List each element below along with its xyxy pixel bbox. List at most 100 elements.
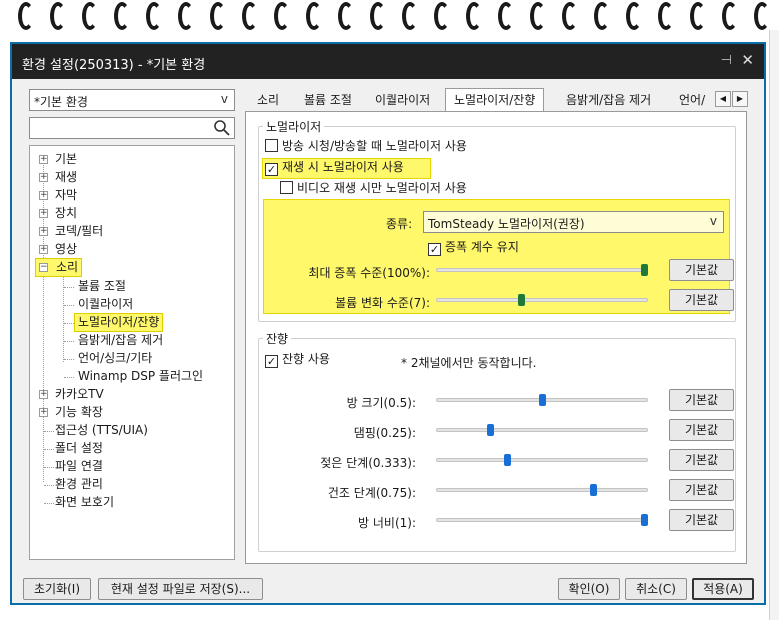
expand-icon[interactable]: + bbox=[39, 408, 48, 417]
expand-icon[interactable]: + bbox=[39, 173, 48, 182]
expand-icon[interactable]: + bbox=[39, 191, 48, 200]
slider-thumb[interactable] bbox=[518, 294, 525, 306]
settings-window: 환경 설정(250313) - *기본 환경 ⊣ ✕ *기본 환경 v + 기본… bbox=[10, 42, 766, 605]
tab-bar: 소리 볼륨 조절 이퀄라이저 노멀라이저/잔향 음밝게/잡음 제거 언어/싱 ◀… bbox=[245, 87, 751, 112]
apply-button[interactable]: 적용(A) bbox=[692, 578, 754, 600]
binder-ring bbox=[466, 2, 482, 30]
volume-change-label: 볼륨 변화 수준(7): bbox=[335, 296, 430, 310]
broadcast-normalizer-checkbox[interactable]: 방송 시청/방송할 때 노멀라이저 사용 bbox=[265, 139, 467, 156]
slider-thumb[interactable] bbox=[589, 484, 597, 496]
volume-change-reset-button[interactable]: 기본값 bbox=[669, 289, 734, 311]
expand-icon[interactable]: + bbox=[39, 227, 48, 236]
tree-item-screensaver[interactable]: 화면 보호기 bbox=[55, 494, 114, 511]
damping-slider[interactable] bbox=[436, 428, 648, 432]
checkmark-icon: ✓ bbox=[428, 243, 441, 256]
checkmark-icon: ✓ bbox=[265, 163, 278, 176]
binder-ring bbox=[18, 2, 34, 30]
tree-item-equalizer[interactable]: 이퀄라이저 bbox=[78, 296, 133, 313]
tree-line bbox=[44, 485, 54, 486]
slider-thumb[interactable] bbox=[487, 424, 495, 436]
profile-select[interactable]: *기본 환경 v bbox=[29, 89, 235, 111]
tree-item-sound[interactable]: − 소리 bbox=[35, 258, 83, 277]
tree-line bbox=[44, 467, 54, 468]
binder-ring bbox=[50, 2, 66, 30]
expand-icon[interactable]: + bbox=[39, 155, 48, 164]
cancel-button[interactable]: 취소(C) bbox=[625, 578, 687, 600]
expand-icon[interactable]: + bbox=[39, 390, 48, 399]
tree-item-volume[interactable]: 볼륨 조절 bbox=[78, 278, 126, 295]
tree-item-subtitles[interactable]: + 자막 bbox=[39, 187, 77, 204]
checkbox-label: 방송 시청/방송할 때 노멀라이저 사용 bbox=[282, 139, 467, 153]
expand-icon[interactable]: + bbox=[39, 209, 48, 218]
binder-ring bbox=[146, 2, 162, 30]
max-gain-reset-button[interactable]: 기본값 bbox=[669, 259, 734, 281]
playback-normalizer-checkbox[interactable]: ✓ 재생 시 노멀라이저 사용 bbox=[265, 160, 404, 177]
wet-level-reset-button[interactable]: 기본값 bbox=[669, 449, 734, 471]
tab-sound[interactable]: 소리 bbox=[255, 91, 281, 111]
slider-thumb[interactable] bbox=[538, 394, 546, 406]
tree-item-device[interactable]: + 장치 bbox=[39, 205, 77, 222]
binder-ring bbox=[434, 2, 450, 30]
tree-item-basic[interactable]: + 기본 bbox=[39, 151, 77, 168]
reverb-use-checkbox[interactable]: ✓ 잔향 사용 bbox=[265, 352, 330, 369]
tree-line bbox=[64, 341, 74, 342]
normalizer-type-select[interactable]: TomSteady 노멀라이저(권장) v bbox=[423, 211, 724, 233]
tree-item-playback[interactable]: + 재생 bbox=[39, 169, 77, 186]
tree-item-normalizer[interactable]: 노멀라이저/잔향 bbox=[74, 313, 164, 332]
room-size-reset-button[interactable]: 기본값 bbox=[669, 389, 734, 411]
tree-item-label: 자막 bbox=[55, 188, 78, 202]
room-size-label: 방 크기(0.5): bbox=[346, 396, 416, 410]
tab-volume[interactable]: 볼륨 조절 bbox=[302, 91, 354, 111]
slider-thumb[interactable] bbox=[641, 514, 648, 526]
tree-item-kakaotv[interactable]: + 카카오TV bbox=[39, 386, 104, 403]
keep-gain-checkbox[interactable]: ✓ 증폭 계수 유지 bbox=[428, 240, 519, 257]
room-width-reset-button[interactable]: 기본값 bbox=[669, 509, 734, 531]
tab-clarity[interactable]: 음밝게/잡음 제거 bbox=[564, 91, 653, 111]
binder-ring bbox=[562, 2, 578, 30]
tree-item-extensions[interactable]: + 기능 확장 bbox=[39, 404, 103, 421]
tab-scroll-right-icon[interactable]: ▶ bbox=[732, 91, 748, 107]
slider-thumb[interactable] bbox=[641, 264, 648, 276]
collapse-icon[interactable]: − bbox=[39, 263, 48, 272]
type-label: 종류: bbox=[386, 217, 413, 231]
slider-thumb[interactable] bbox=[504, 454, 512, 466]
room-width-slider[interactable] bbox=[436, 518, 648, 522]
dry-level-slider[interactable] bbox=[436, 488, 648, 492]
tree-item-file-assoc[interactable]: 파일 연결 bbox=[55, 458, 103, 475]
save-to-file-button[interactable]: 현재 설정 파일로 저장(S)... bbox=[98, 578, 263, 600]
tab-normalizer[interactable]: 노멀라이저/잔향 bbox=[445, 88, 545, 112]
tree-item-video[interactable]: + 영상 bbox=[39, 241, 77, 258]
window-title: 환경 설정(250313) - *기본 환경 bbox=[22, 58, 206, 73]
damping-reset-button[interactable]: 기본값 bbox=[669, 419, 734, 441]
dry-level-reset-button[interactable]: 기본값 bbox=[669, 479, 734, 501]
tree-item-env-manage[interactable]: 환경 관리 bbox=[55, 476, 103, 493]
tab-equalizer[interactable]: 이퀄라이저 bbox=[373, 91, 432, 111]
binder-ring bbox=[754, 2, 770, 30]
close-icon[interactable]: ✕ bbox=[741, 51, 754, 69]
binder-rings bbox=[0, 0, 779, 36]
video-only-normalizer-checkbox[interactable]: 비디오 재생 시만 노멀라이저 사용 bbox=[280, 181, 467, 198]
binder-ring bbox=[626, 2, 642, 30]
volume-change-slider[interactable] bbox=[436, 298, 648, 302]
ok-button[interactable]: 확인(O) bbox=[558, 578, 620, 600]
tree-item-folders[interactable]: 폴더 설정 bbox=[55, 440, 103, 457]
tab-scroll-left-icon[interactable]: ◀ bbox=[715, 91, 731, 107]
tree-item-codec[interactable]: + 코덱/필터 bbox=[39, 223, 103, 240]
search-input[interactable] bbox=[29, 117, 235, 139]
tree-item-winamp[interactable]: Winamp DSP 플러그인 bbox=[78, 368, 203, 385]
search-icon[interactable] bbox=[213, 119, 231, 137]
title-bar: 환경 설정(250313) - *기본 환경 ⊣ ✕ bbox=[12, 44, 764, 79]
tree-line bbox=[64, 377, 74, 378]
max-gain-slider[interactable] bbox=[436, 268, 648, 272]
pin-icon[interactable]: ⊣ bbox=[721, 53, 732, 68]
reset-button[interactable]: 초기화(I) bbox=[23, 578, 91, 600]
checkbox-label: 잔향 사용 bbox=[282, 352, 330, 366]
tree-item-language[interactable]: 언어/싱크/기타 bbox=[78, 350, 152, 367]
damping-label: 댐핑(0.25): bbox=[353, 426, 416, 440]
tree-item-clarity[interactable]: 음밝게/잡음 제거 bbox=[78, 332, 163, 349]
tab-language[interactable]: 언어/싱 bbox=[677, 91, 715, 111]
wet-level-slider[interactable] bbox=[436, 458, 648, 462]
expand-icon[interactable]: + bbox=[39, 245, 48, 254]
chevron-down-icon: v bbox=[709, 214, 717, 228]
tree-item-accessibility[interactable]: 접근성 (TTS/UIA) bbox=[55, 422, 148, 439]
